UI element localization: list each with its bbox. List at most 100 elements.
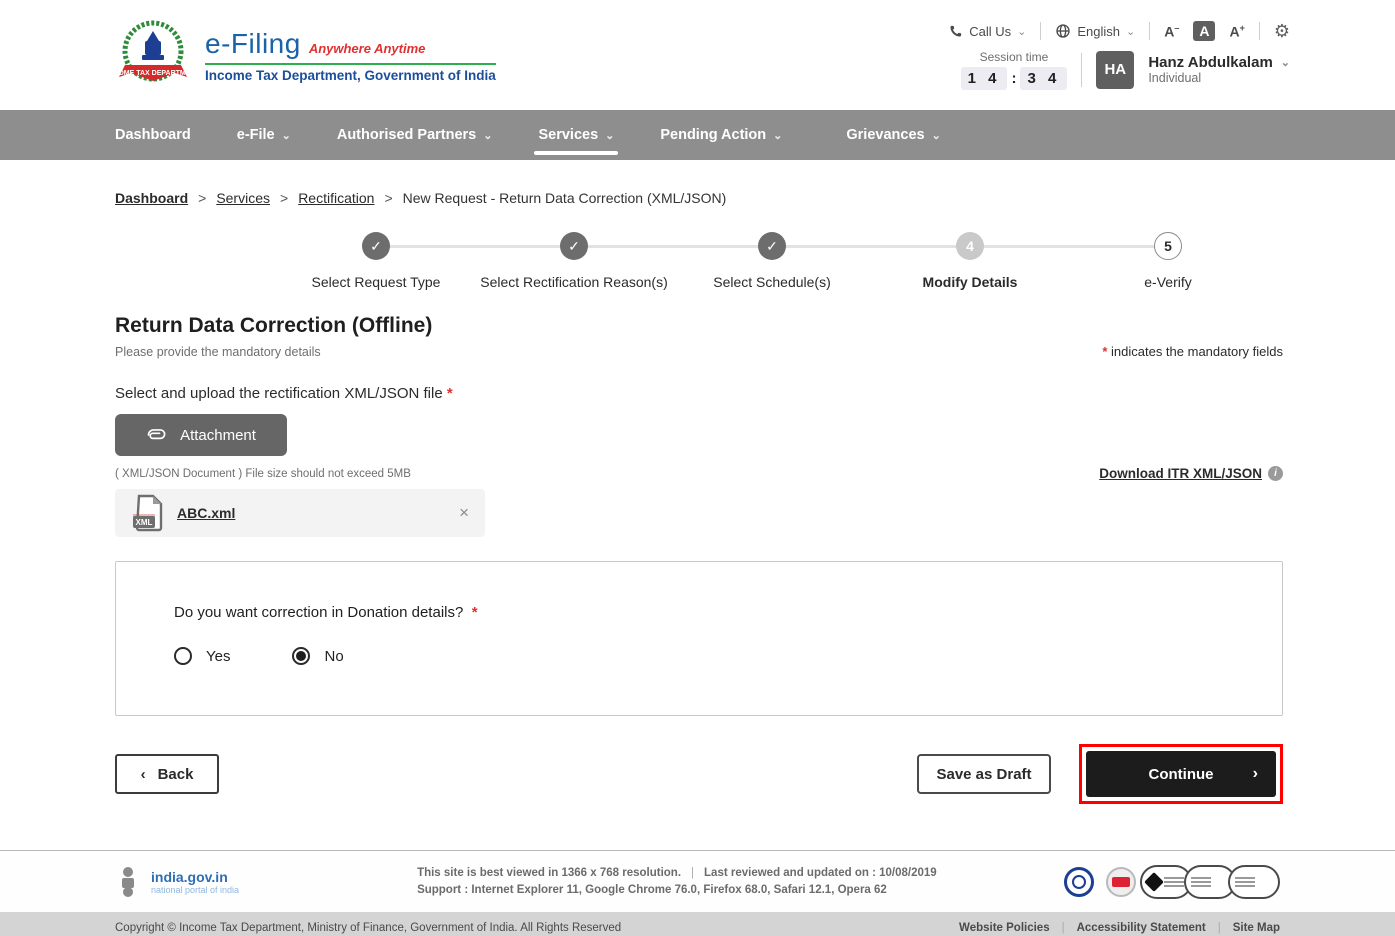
chevron-left-icon: ‹ [141,766,146,783]
portal-name: india.gov.in [151,869,239,885]
accessibility-statement-link[interactable]: Accessibility Statement [1077,922,1206,934]
settings-gear-icon[interactable]: ⚙ [1274,21,1290,42]
chevron-down-icon: ⌄ [282,129,291,142]
site-map-link[interactable]: Site Map [1233,922,1280,934]
nav-grievances[interactable]: Grievances⌄ [846,110,940,160]
svg-text:INCOME TAX DEPARTMENT: INCOME TAX DEPARTMENT [115,70,191,77]
step-modify-details: 4 Modify Details [871,232,1069,290]
font-normal-button[interactable]: A [1193,21,1215,41]
font-increase-button[interactable]: A+ [1229,23,1244,40]
attachment-button-label: Attachment [180,427,256,444]
divider [1259,22,1260,40]
donation-question-card: Do you want correction in Donation detai… [115,561,1283,716]
step-e-verify: 5 e-Verify [1069,232,1267,290]
browser-support-text: Support : Internet Explorer 11, Google C… [417,884,887,896]
nav-dashboard[interactable]: Dashboard [115,110,191,160]
language-label: English [1077,24,1120,39]
page-title: Return Data Correction (Offline) [115,314,1283,338]
chevron-down-icon: ⌄ [1126,25,1135,38]
avatar[interactable]: HA [1096,51,1134,89]
call-us-label: Call Us [969,24,1011,39]
step-select-rectification-reasons: ✓ Select Rectification Reason(s) [475,232,673,290]
step-select-request-type: ✓ Select Request Type [277,232,475,290]
radio-no-label: No [324,648,343,665]
session-seconds: 3 4 [1020,67,1067,90]
brand: INCOME TAX DEPARTMENT e-Filing Anywhere … [115,17,496,93]
nav-efile[interactable]: e-File⌄ [237,110,291,160]
continue-button-label: Continue [1149,766,1214,783]
back-button[interactable]: ‹ Back [115,754,219,794]
font-decrease-button[interactable]: A– [1164,23,1179,40]
income-tax-emblem-logo: INCOME TAX DEPARTMENT [115,17,191,93]
divider [1149,22,1150,40]
brand-tagline: Anywhere Anytime [309,41,426,56]
footer: india.gov.in national portal of india Th… [0,850,1395,912]
chevron-down-icon: ⌄ [483,129,492,142]
nav-pending-action[interactable]: Pending Action⌄ [660,110,782,160]
chevron-right-icon: › [1253,765,1258,783]
bottom-bar: Copyright © Income Tax Department, Minis… [0,912,1395,936]
session-time-label: Session time [980,50,1049,64]
copyright-text: Copyright © Income Tax Department, Minis… [115,922,621,934]
language-menu[interactable]: English ⌄ [1055,23,1135,39]
mandatory-fields-note: * indicates the mandatory fields [1102,344,1283,359]
paperclip-icon [146,427,168,443]
divider [1040,22,1041,40]
radio-yes-circle[interactable] [174,647,192,665]
brand-subtitle: Income Tax Department, Government of Ind… [205,68,496,83]
breadcrumb: Dashboard > Services > Rectification > N… [115,190,1283,206]
chevron-down-icon: ⌄ [1281,56,1290,69]
trust-seal-icon [1106,867,1136,897]
radio-no[interactable]: No [292,647,343,665]
save-as-draft-button[interactable]: Save as Draft [917,754,1051,794]
progress-stepper: ✓ Select Request Type ✓ Select Rectifica… [277,232,1267,290]
chevron-down-icon: ⌄ [773,129,782,142]
header: INCOME TAX DEPARTMENT e-Filing Anywhere … [0,0,1395,110]
radio-no-circle-selected[interactable] [292,647,310,665]
radio-yes-label: Yes [206,648,230,665]
back-button-label: Back [158,766,194,783]
info-icon[interactable]: i [1268,466,1283,481]
website-policies-link[interactable]: Website Policies [959,922,1050,934]
best-viewed-text: This site is best viewed in 1366 x 768 r… [417,867,681,879]
breadcrumb-rectification[interactable]: Rectification [298,190,374,206]
india-gov-portal-logo[interactable]: india.gov.in national portal of india [115,865,239,899]
divider: | [691,867,694,879]
continue-button[interactable]: Continue › [1086,751,1276,797]
quality-seal-icon [1064,867,1094,897]
user-role: Individual [1148,71,1290,85]
chevron-down-icon: ⌄ [1017,25,1026,38]
breadcrumb-current: New Request - Return Data Correction (XM… [403,190,727,206]
page-subtitle: Please provide the mandatory details [115,345,321,359]
donation-question: Do you want correction in Donation detai… [174,604,1282,621]
divider: | [1062,922,1065,934]
uploaded-file-chip: XML ABC.xml × [115,489,485,537]
user-name: Hanz Abdulkalam [1148,54,1272,71]
nav-services[interactable]: Services⌄ [538,110,614,160]
breadcrumb-services[interactable]: Services [216,190,270,206]
nav-authorised-partners[interactable]: Authorised Partners⌄ [337,110,493,160]
breadcrumb-separator: > [198,190,206,206]
remove-file-icon[interactable]: × [459,503,469,523]
download-itr-link[interactable]: Download ITR XML/JSON [1099,466,1262,481]
call-us-menu[interactable]: Call Us ⌄ [948,24,1026,39]
india-gov-emblem-icon [115,865,141,899]
user-menu[interactable]: Hanz Abdulkalam ⌄ [1148,54,1290,71]
xml-file-icon: XML [131,494,165,532]
certification-badges [1064,865,1280,899]
attachment-button[interactable]: Attachment [115,414,287,456]
divider: | [1218,922,1221,934]
uploaded-file-name[interactable]: ABC.xml [177,505,235,521]
upload-field-label: Select and upload the rectification XML/… [115,385,1283,402]
step-select-schedules: ✓ Select Schedule(s) [673,232,871,290]
breadcrumb-dashboard[interactable]: Dashboard [115,190,188,206]
portal-tagline: national portal of india [151,885,239,895]
last-reviewed-text: Last reviewed and updated on : 10/08/201… [704,867,937,879]
annotation-highlight-box: Continue › [1079,744,1283,804]
radio-yes[interactable]: Yes [174,647,230,665]
brand-title: e-Filing [205,28,301,60]
user-bar: Session time 1 4 : 3 4 HA Hanz Abdulkala… [961,50,1290,90]
file-size-hint: ( XML/JSON Document ) File size should n… [115,468,411,480]
session-timer: Session time 1 4 : 3 4 [961,50,1068,90]
step-number: 4 [956,232,984,260]
